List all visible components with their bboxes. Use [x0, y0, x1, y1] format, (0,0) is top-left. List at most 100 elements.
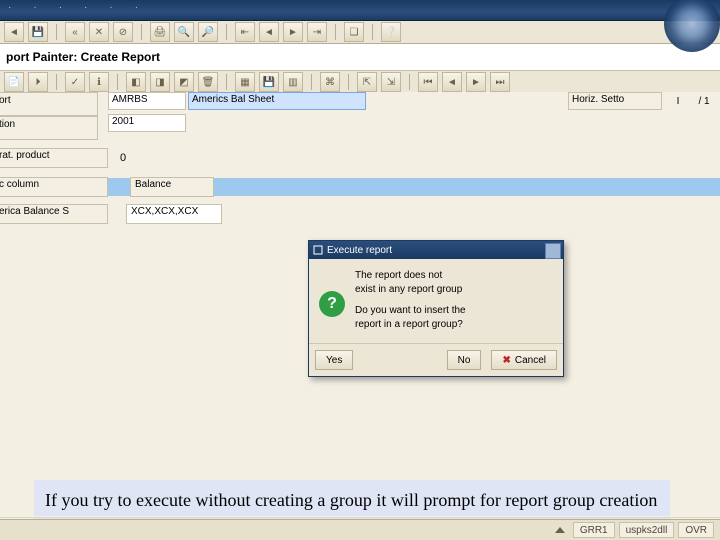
menu-item[interactable]: · — [33, 2, 36, 13]
product-label: rat. product — [0, 148, 108, 168]
window-title: port Painter: Create Report — [0, 44, 720, 71]
newsession-icon[interactable]: ❏ — [344, 22, 364, 42]
tool2-icon[interactable]: ◨ — [150, 72, 170, 92]
left-labels: ort tion — [0, 92, 98, 150]
bottom-separator — [0, 516, 720, 518]
status-server: uspks2dll — [619, 522, 675, 538]
cancel-button-label: Cancel — [515, 355, 546, 366]
nextpage-icon[interactable]: ► — [283, 22, 303, 42]
back2-icon[interactable]: « — [65, 22, 85, 42]
check-icon[interactable]: ✓ — [65, 72, 85, 92]
back-icon[interactable]: ◄ — [4, 22, 24, 42]
help-icon[interactable]: ❔ — [381, 22, 401, 42]
cancel-button[interactable]: ✖ Cancel — [491, 350, 557, 370]
window-title-text: port Painter: Create Report — [6, 50, 160, 64]
yes-button-label: Yes — [326, 355, 342, 366]
field-report-label-2: tion — [0, 116, 98, 140]
toolbar-separator — [56, 24, 57, 40]
find-icon[interactable]: 🔍 — [174, 22, 194, 42]
tool3-icon[interactable]: ◩ — [174, 72, 194, 92]
caption-text: If you try to execute without creating a… — [45, 490, 657, 510]
save-icon[interactable]: 💾 — [28, 22, 48, 42]
menubar: · · · · · · — [0, 0, 720, 21]
yes-button[interactable]: Yes — [315, 350, 353, 370]
status-mode: OVR — [678, 522, 714, 538]
findnext-icon[interactable]: 🔎 — [198, 22, 218, 42]
toolbar-separator — [311, 74, 312, 90]
layout-icon[interactable]: ▥ — [283, 72, 303, 92]
column-cell[interactable]: c column — [0, 177, 108, 197]
app-toolbar: 📄 ⏵ ✓ ℹ ◧ ◨ ◩ 🗑 ▦ 💾 ▥ ⌘ ⇱ ⇲ ⏮ ◄ ► ⏭ — [0, 71, 720, 94]
product-value: 0 — [120, 152, 140, 164]
horiz-status-label: Horiz. Setto — [568, 92, 662, 110]
report-code-input[interactable]: AMRBS — [108, 92, 186, 110]
status-tcode[interactable]: GRR1 — [573, 522, 615, 538]
field-report-label-1: ort — [0, 92, 98, 116]
dialog-body: ? The report does not exist in any repor… — [309, 259, 563, 343]
nav-next-icon[interactable]: ► — [466, 72, 486, 92]
data-row-1: erica Balance S XCX,XCX,XCX — [0, 204, 222, 224]
dialog-line3: Do you want to insert the — [355, 305, 466, 316]
dialog-title-text: Execute report — [327, 245, 392, 256]
print-icon[interactable]: 🖨 — [150, 22, 170, 42]
product-row: rat. product 0 — [0, 148, 140, 168]
cancel-icon[interactable]: ⊘ — [113, 22, 133, 42]
toolbar-separator — [409, 74, 410, 90]
grid-icon[interactable]: ▦ — [235, 72, 255, 92]
firstpage-icon[interactable]: ⇤ — [235, 22, 255, 42]
dialog-button-row: Yes No ✖ Cancel — [309, 343, 563, 376]
dialog-title-bar[interactable]: Execute report — [309, 241, 563, 259]
export-icon[interactable]: ⇱ — [357, 72, 377, 92]
status-bar: GRR1 uspks2dll OVR — [0, 519, 720, 540]
prevpage-icon[interactable]: ◄ — [259, 22, 279, 42]
menu-item[interactable]: · — [109, 2, 112, 13]
info-icon[interactable]: ℹ — [89, 72, 109, 92]
save2-icon[interactable]: 💾 — [259, 72, 279, 92]
no-button-label: No — [458, 355, 471, 366]
cancel-x-icon: ✖ — [502, 355, 510, 366]
menubar-items[interactable]: · · · · · · — [0, 0, 720, 15]
no-button[interactable]: No — [447, 350, 482, 370]
toolbar-separator — [141, 24, 142, 40]
toolbar-separator — [335, 24, 336, 40]
delete-icon[interactable]: 🗑 — [198, 72, 218, 92]
horiz-page-total: / 1 — [694, 96, 714, 107]
dialog-close-icon[interactable] — [545, 243, 561, 259]
dialog-line2: exist in any report group — [355, 284, 462, 295]
nav-prev-icon[interactable]: ◄ — [442, 72, 462, 92]
report-id-pair: AMRBS 2001 — [108, 92, 186, 132]
dialog-message: The report does not exist in any report … — [355, 269, 466, 339]
status-triangle-icon[interactable] — [555, 527, 565, 533]
highlighted-row[interactable]: c column Balance — [0, 178, 720, 196]
menu-item[interactable]: · — [8, 2, 11, 13]
exit-icon[interactable]: ✕ — [89, 22, 109, 42]
toolbar-separator — [372, 24, 373, 40]
toolbar-separator — [226, 74, 227, 90]
nav-last-icon[interactable]: ⏭ — [490, 72, 510, 92]
tool1-icon[interactable]: ◧ — [126, 72, 146, 92]
report-canvas: ort tion AMRBS 2001 Americs Bal Sheet Ho… — [0, 92, 720, 518]
balance-cell[interactable]: Balance — [130, 177, 214, 197]
system-toolbar: ◄ 💾 « ✕ ⊘ 🖨 🔍 🔎 ⇤ ◄ ► ⇥ ❏ ❔ — [0, 21, 720, 44]
menu-item[interactable]: · — [135, 2, 138, 13]
toolbar-separator — [226, 24, 227, 40]
dialog-line4: report in a report group? — [355, 319, 463, 330]
explainer-caption: If you try to execute without creating a… — [34, 480, 670, 521]
toolbar-separator — [117, 74, 118, 90]
variant-icon[interactable]: ⌘ — [320, 72, 340, 92]
nav-first-icon[interactable]: ⏮ — [418, 72, 438, 92]
question-icon: ? — [319, 291, 345, 317]
execute-icon[interactable]: ⏵ — [28, 72, 48, 92]
data-row-1-label[interactable]: erica Balance S — [0, 204, 108, 224]
horiz-status-sep: I — [668, 96, 688, 107]
lastpage-icon[interactable]: ⇥ — [307, 22, 327, 42]
report-year-input[interactable]: 2001 — [108, 114, 186, 132]
menu-item[interactable]: · — [84, 2, 87, 13]
report-description[interactable]: Americs Bal Sheet — [188, 92, 366, 110]
import-icon[interactable]: ⇲ — [381, 72, 401, 92]
display-icon[interactable]: 📄 — [4, 72, 24, 92]
dialog-icon — [313, 245, 323, 255]
toolbar-separator — [56, 74, 57, 90]
menu-item[interactable]: · — [59, 2, 62, 13]
data-row-1-value[interactable]: XCX,XCX,XCX — [126, 204, 222, 224]
